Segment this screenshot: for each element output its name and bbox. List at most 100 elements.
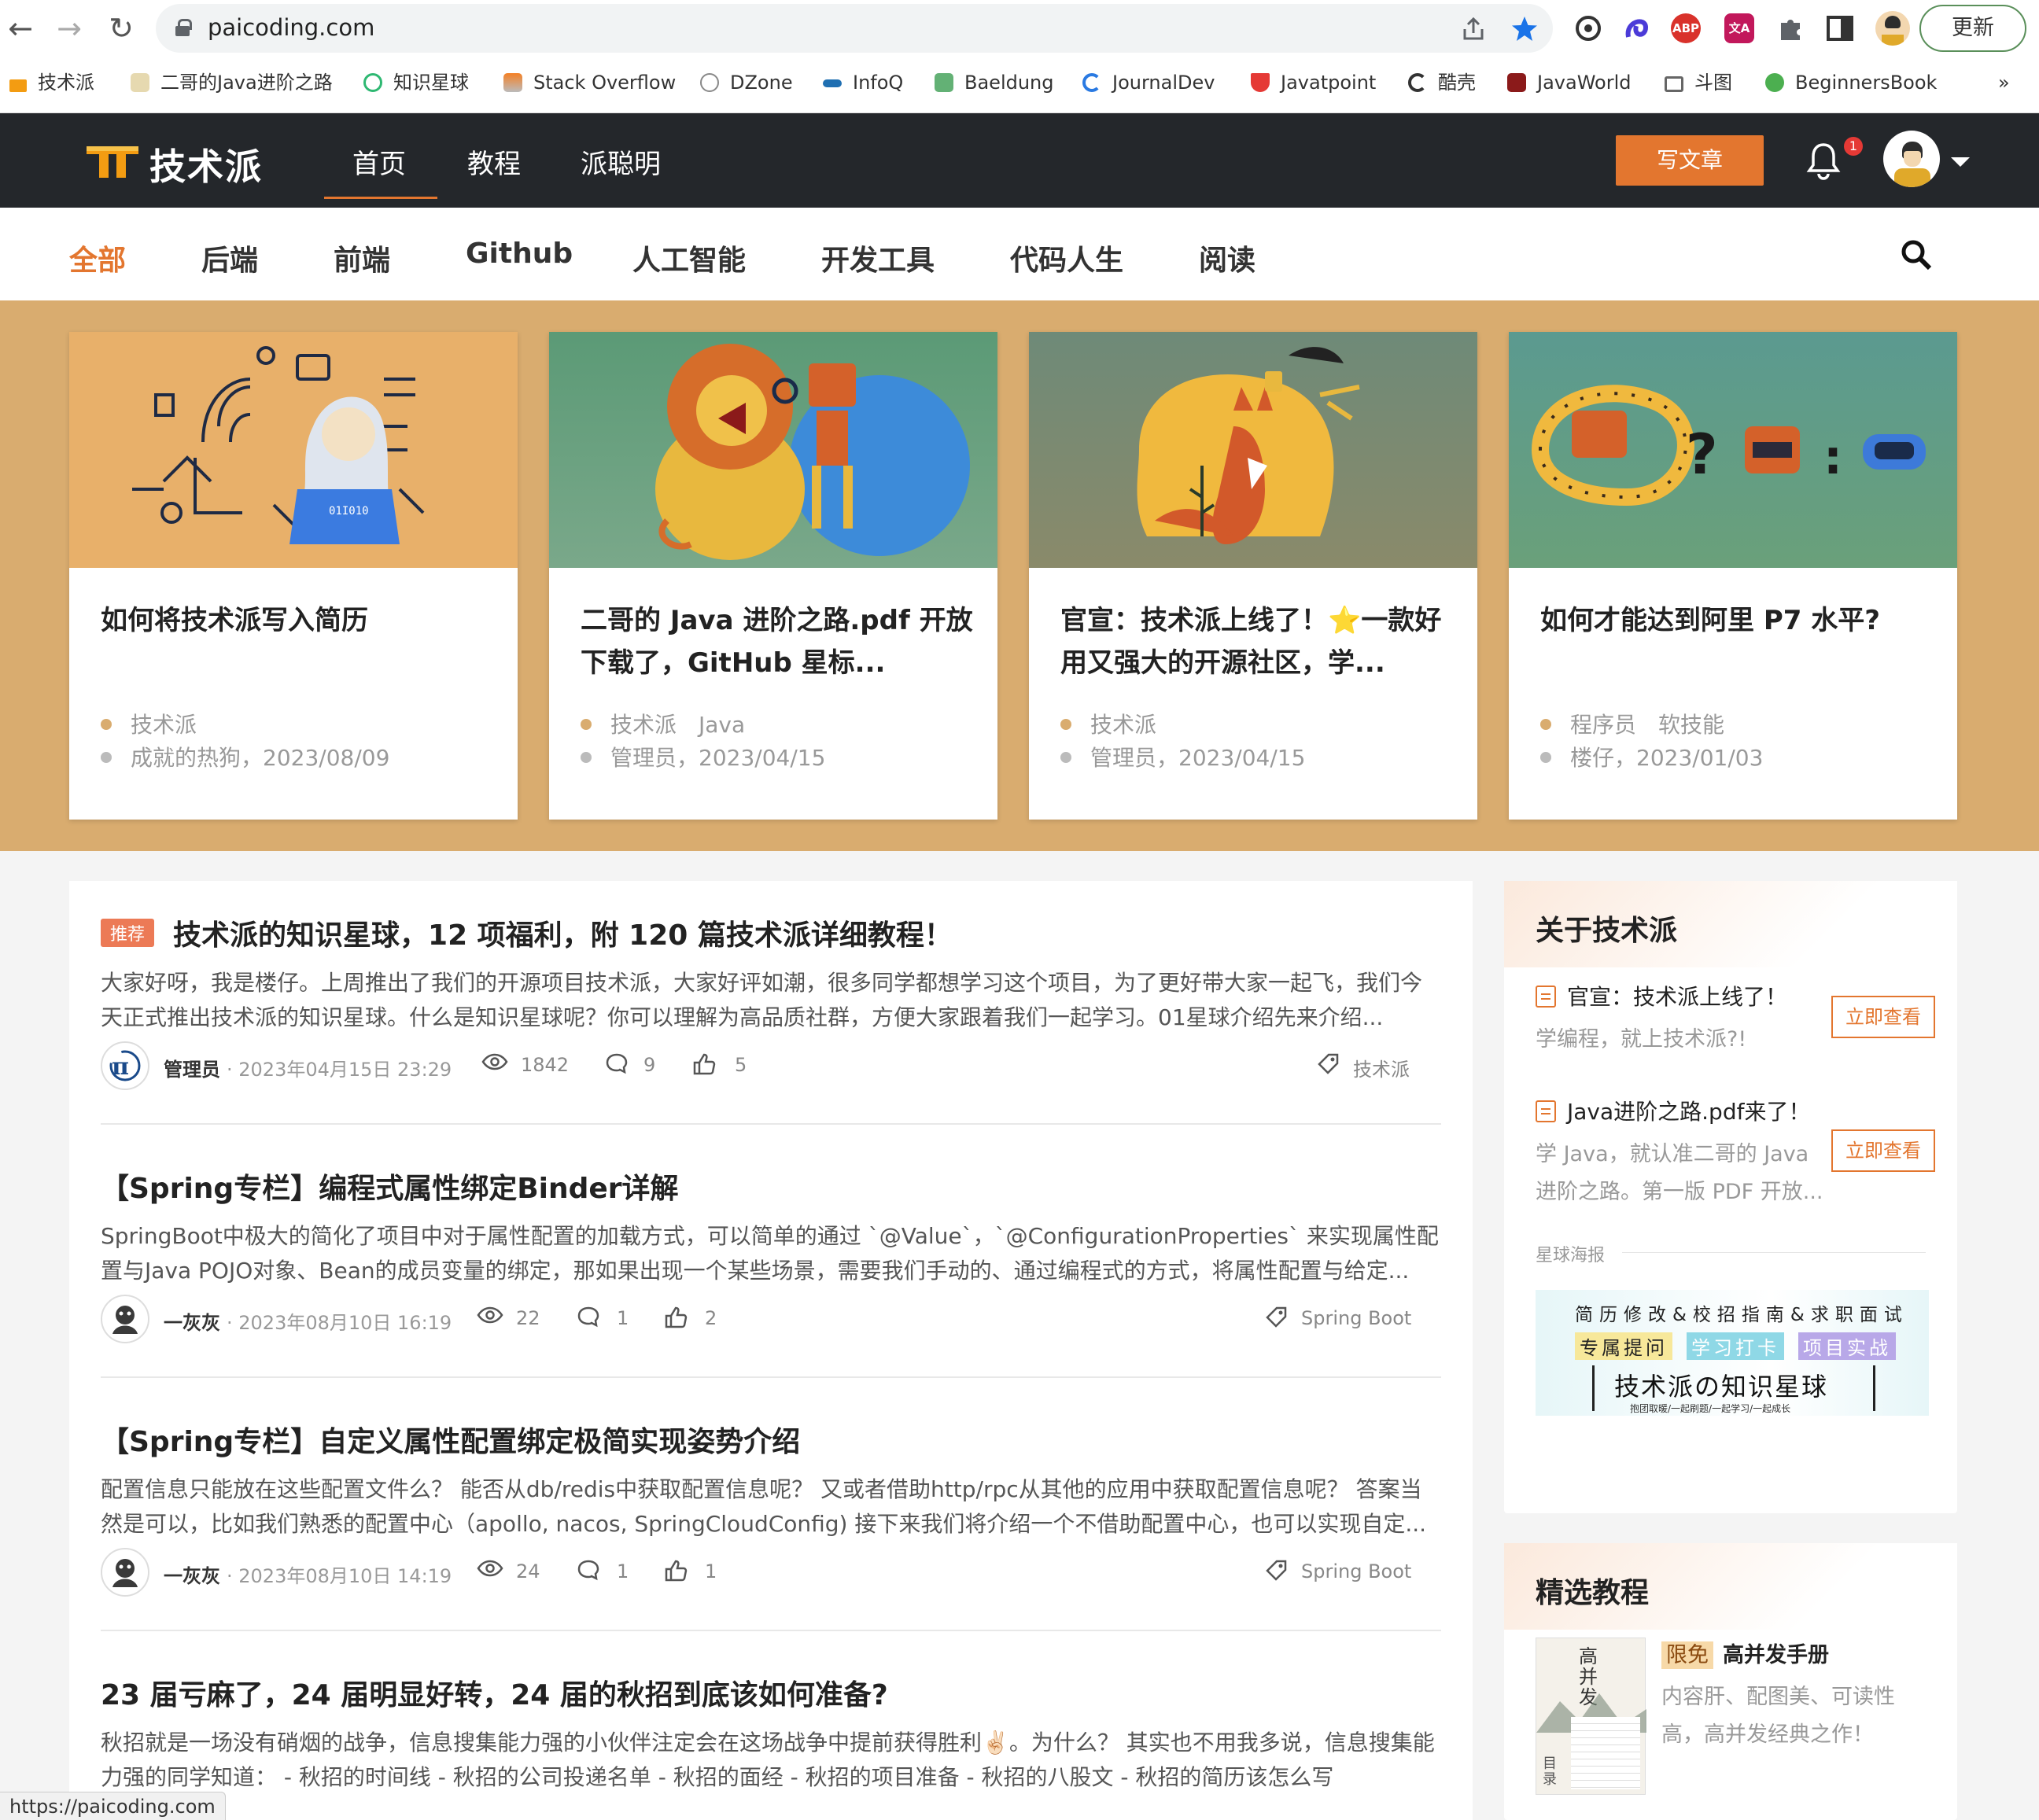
category-reading[interactable]: 阅读 xyxy=(1199,238,1255,278)
address-bar[interactable]: paicoding.com xyxy=(156,4,1553,53)
divider xyxy=(101,1630,1441,1631)
author-name[interactable]: 一灰灰 xyxy=(164,1560,220,1588)
article-meta: 一灰灰 · 2023年08月10日 16:19 22 1 2 Spring Bo… xyxy=(101,1295,1441,1345)
bookmark-star-icon[interactable] xyxy=(1510,15,1539,43)
article-summary: 秋招就是一场没有硝烟的战争，信息搜集能力强的小伙伴注定会在这场战争中提前获得胜利… xyxy=(101,1730,1435,1790)
bookmark-javatpoint[interactable]: Javatpoint xyxy=(1251,71,1376,94)
bookmark-coolshell[interactable]: 酷壳 xyxy=(1408,71,1476,94)
tutorial-description: 内容肝、配图美、可读性高，高并发经典之作！ xyxy=(1661,1685,1895,1747)
category-code-life[interactable]: 代码人生 xyxy=(1010,238,1123,278)
bookmark-baeldung[interactable]: Baeldung xyxy=(935,71,1054,94)
bookmark-stackoverflow[interactable]: Stack Overflow xyxy=(503,71,676,94)
bookmark-zsxq[interactable]: 知识星球 xyxy=(363,71,469,94)
divider xyxy=(1622,1252,1926,1253)
extension-swirl-icon[interactable] xyxy=(1622,13,1652,43)
poster-label: 星球海报 xyxy=(1536,1246,1606,1266)
translate-icon[interactable]: 文A xyxy=(1724,13,1754,43)
featured-card-meta: 楼仔，2023/01/03 xyxy=(1540,741,1763,772)
article-title[interactable]: 【Spring专栏】自定义属性配置绑定极简实现姿势介绍 xyxy=(101,1419,800,1460)
category-all[interactable]: 全部 xyxy=(69,238,126,278)
puzzle-extensions-icon[interactable] xyxy=(1776,13,1806,43)
article-title[interactable]: 23 届亏麻了，24 届明显好转，24 届的秋招到底该如何准备? xyxy=(101,1672,888,1713)
search-icon[interactable] xyxy=(1901,239,1932,271)
comment-icon[interactable] xyxy=(606,1052,628,1074)
bookmark-journaldev[interactable]: JournalDev xyxy=(1082,71,1215,94)
logo-text[interactable]: 技术派 xyxy=(149,138,263,190)
write-article-button[interactable]: 写文章 xyxy=(1616,135,1764,186)
views-count: 1842 xyxy=(521,1054,570,1076)
author-avatar[interactable] xyxy=(101,1548,149,1597)
bookmark-folder-doutu[interactable]: 斗图 xyxy=(1665,71,1732,94)
logo-icon[interactable] xyxy=(85,143,140,179)
author-name[interactable]: 管理员 xyxy=(164,1054,220,1081)
article-title[interactable]: 推荐 技术派的知识星球，12 项福利，附 120 篇技术派详细教程！ xyxy=(101,912,953,953)
like-thumb-icon[interactable] xyxy=(664,1559,688,1582)
site-header: 技术派 首页 教程 派聪明 写文章 1 xyxy=(0,113,2039,208)
author-name[interactable]: 一灰灰 xyxy=(164,1307,220,1335)
views-eye-icon xyxy=(481,1053,508,1070)
bookmark-infoq[interactable]: InfoQ xyxy=(823,71,903,94)
featured-card[interactable]: 二哥的 Java 进阶之路.pdf 开放下载了，GitHub 星标... 技术派… xyxy=(549,332,997,820)
category-devtools[interactable]: 开发工具 xyxy=(821,238,935,278)
free-badge: 限免 xyxy=(1661,1641,1713,1669)
category-frontend[interactable]: 前端 xyxy=(334,238,390,278)
author-avatar[interactable]: π xyxy=(101,1041,149,1090)
recommend-badge: 推荐 xyxy=(101,919,155,947)
adblock-icon[interactable]: ABP xyxy=(1671,13,1701,43)
nav-home[interactable]: 首页 xyxy=(352,142,406,181)
bookmark-javaworld[interactable]: JavaWorld xyxy=(1507,71,1631,94)
like-thumb-icon[interactable] xyxy=(664,1306,688,1329)
featured-card-image: 01I010 xyxy=(69,332,518,568)
view-now-button[interactable]: 立即查看 xyxy=(1831,996,1935,1038)
side-panel-icon[interactable] xyxy=(1825,13,1855,43)
tutorial-name[interactable]: 高并发手册 xyxy=(1723,1643,1829,1667)
featured-card-title[interactable]: 如何将技术派写入简历 xyxy=(101,599,494,642)
user-avatar[interactable] xyxy=(1883,131,1940,187)
reload-icon[interactable]: ↻ xyxy=(101,8,142,49)
article-meta: 一灰灰 · 2023年08月10日 14:19 24 1 1 Spring Bo… xyxy=(101,1548,1441,1598)
article-title[interactable]: 【Spring专栏】编程式属性绑定Binder详解 xyxy=(101,1166,679,1207)
share-icon[interactable] xyxy=(1462,17,1485,42)
featured-card-title[interactable]: 二哥的 Java 进阶之路.pdf 开放下载了，GitHub 星标... xyxy=(581,599,974,684)
nav-tutorials[interactable]: 教程 xyxy=(467,142,521,181)
poster-subtitle: 抱团取暖/一起刷题/一起学习/一起成长 xyxy=(1630,1403,1791,1414)
like-thumb-icon[interactable] xyxy=(692,1052,716,1076)
tutorial-cover[interactable]: 高并发 目录 xyxy=(1536,1638,1646,1795)
featured-card[interactable]: 01I010 如何将技术派写入简历 技术派 成就的热狗，2023/08/09 xyxy=(69,332,518,820)
about-panel: 关于技术派 官宣：技术派上线了！ 学编程，就上技术派?! 立即查看 Java进阶… xyxy=(1504,881,1957,1513)
bookmark-beginnersbook[interactable]: BeginnersBook xyxy=(1765,71,1937,94)
update-button[interactable]: 更新 xyxy=(1919,5,2026,52)
article-tag[interactable]: 技术派 xyxy=(1353,1054,1410,1081)
author-avatar[interactable] xyxy=(101,1295,149,1343)
nav-paicongming[interactable]: 派聪明 xyxy=(581,142,661,181)
notification-badge: 1 xyxy=(1844,137,1863,156)
category-backend[interactable]: 后端 xyxy=(201,238,258,278)
featured-card[interactable]: ? : 如何才能达到阿里 P7 水平? 程序员 软技能 楼仔，2023/01/0… xyxy=(1509,332,1957,820)
featured-card-title[interactable]: 如何才能达到阿里 P7 水平? xyxy=(1540,599,1934,642)
announcement-title[interactable]: 官宣：技术派上线了！ xyxy=(1536,980,1787,1011)
bookmark-paicoding[interactable]: 技术派 xyxy=(9,71,94,94)
bell-icon[interactable] xyxy=(1806,142,1841,181)
bookmarks-more-icon[interactable]: » xyxy=(1998,71,2010,94)
article-tag[interactable]: Spring Boot xyxy=(1301,1307,1411,1329)
forward-icon[interactable]: → xyxy=(49,8,90,49)
knowledge-planet-poster[interactable]: 简历修改&校招指南&求职面试 专属提问 学习打卡 项目实战 技术派の知识星球 抱… xyxy=(1536,1290,1929,1455)
featured-card[interactable]: 官宣：技术派上线了！⭐一款好用又强大的开源社区，学... 技术派 管理员，202… xyxy=(1029,332,1477,820)
extension-sync-icon[interactable] xyxy=(1573,13,1603,43)
tutorial-name-row[interactable]: 限免 高并发手册 xyxy=(1661,1638,1829,1669)
view-now-button[interactable]: 立即查看 xyxy=(1831,1129,1935,1172)
article-summary: SpringBoot中极大的简化了项目中对于属性配置的加载方式，可以简单的通过 … xyxy=(101,1223,1439,1284)
svg-text::: : xyxy=(1823,430,1842,485)
category-ai[interactable]: 人工智能 xyxy=(632,238,746,278)
comment-icon[interactable] xyxy=(577,1559,599,1581)
announcement-title[interactable]: Java进阶之路.pdf来了！ xyxy=(1536,1095,1810,1126)
bookmark-java-road[interactable]: 二哥的Java进阶之路 xyxy=(131,71,333,94)
featured-card-title[interactable]: 官宣：技术派上线了！⭐一款好用又强大的开源社区，学... xyxy=(1060,599,1454,684)
back-icon[interactable]: ← xyxy=(0,8,41,49)
article-tag[interactable]: Spring Boot xyxy=(1301,1560,1411,1582)
user-menu-caret-icon[interactable] xyxy=(1951,157,1970,167)
category-github[interactable]: Github xyxy=(466,238,573,270)
bookmark-dzone[interactable]: DZone xyxy=(700,71,793,94)
comment-icon[interactable] xyxy=(577,1306,599,1328)
profile-avatar[interactable] xyxy=(1875,11,1910,46)
